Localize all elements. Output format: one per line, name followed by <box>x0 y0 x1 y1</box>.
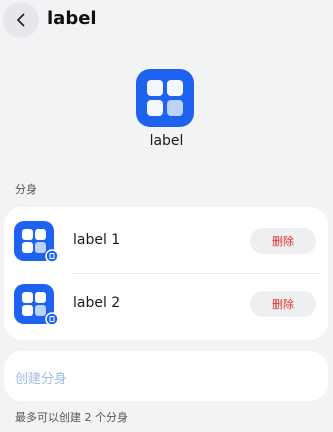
clone-app-icon <box>14 284 59 326</box>
clone-label: label 2 <box>73 295 121 311</box>
app-grid-icon <box>147 80 183 116</box>
clone-row: label 2 删除 <box>4 274 328 340</box>
app-name: label <box>149 133 184 149</box>
limit-hint: 最多可以创建 2 个分身 <box>15 411 128 424</box>
top-bar: label <box>0 0 333 40</box>
clone-app-icon <box>14 221 59 263</box>
page-title: label <box>47 8 97 29</box>
chevron-left-icon <box>17 13 25 27</box>
clone-label: label 1 <box>73 232 121 248</box>
create-clone-button[interactable]: 创建分身 <box>4 351 328 401</box>
create-clone-label: 创建分身 <box>15 372 68 387</box>
clones-section-label: 分身 <box>15 183 37 196</box>
back-button[interactable] <box>3 2 39 38</box>
app-icon <box>136 69 194 127</box>
app-grid-icon <box>22 229 59 263</box>
clone-badge-icon <box>45 312 59 326</box>
delete-button[interactable]: 删除 <box>250 228 316 254</box>
clone-row: label 1 删除 <box>4 207 328 273</box>
delete-button[interactable]: 删除 <box>250 291 316 317</box>
clone-badge-icon <box>45 249 59 263</box>
clones-list: label 1 删除 label 2 删除 <box>4 207 328 340</box>
app-grid-icon <box>22 292 59 326</box>
